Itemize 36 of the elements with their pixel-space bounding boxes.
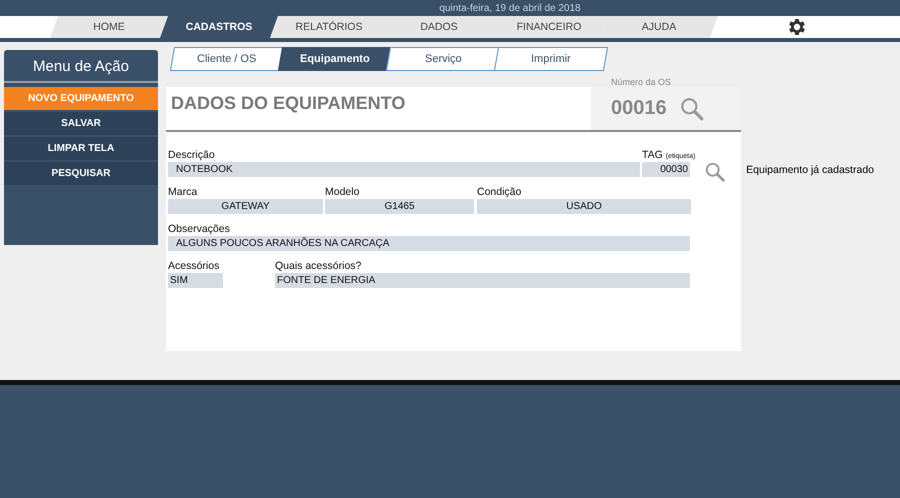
field-label: Quais acessórios? bbox=[275, 260, 362, 273]
nav-tab[interactable]: RELATÓRIOS bbox=[270, 16, 388, 38]
description-field[interactable]: NOTEBOOK bbox=[168, 162, 640, 177]
date-text: quinta-feira, 19 de abril de 2018 bbox=[439, 2, 581, 14]
status-message: Equipamento já cadastrado bbox=[746, 164, 874, 176]
menu-button[interactable]: LIMPAR TELA bbox=[4, 137, 158, 160]
menu-button[interactable]: PESQUISAR bbox=[4, 162, 158, 185]
nav-tab[interactable]: CADASTROS bbox=[160, 16, 278, 38]
notes-field[interactable]: ALGUNS POUCOS ARANHÕES NA CARCAÇA bbox=[168, 236, 690, 251]
nav-tab[interactable]: AJUDA bbox=[600, 16, 718, 38]
menu-title: Menu de Ação bbox=[4, 50, 158, 83]
section-tab[interactable]: Cliente / OS bbox=[170, 47, 284, 71]
search-icon[interactable] bbox=[704, 161, 726, 183]
section-tab[interactable]: Equipamento bbox=[278, 47, 392, 71]
nav-tab[interactable]: DADOS bbox=[380, 16, 498, 38]
tag-field[interactable]: 00030 bbox=[642, 162, 690, 177]
section-tab[interactable]: Serviço bbox=[386, 47, 500, 71]
accessories-field[interactable]: SIM bbox=[168, 273, 223, 288]
field-label: Marca bbox=[168, 186, 198, 199]
field-label: Modelo bbox=[325, 186, 360, 199]
accessories-list-field[interactable]: FONTE DE ENERGIA bbox=[275, 273, 690, 288]
field-label: Condição bbox=[477, 186, 522, 199]
condition-field[interactable]: USADO bbox=[477, 199, 691, 214]
model-field[interactable]: G1465 bbox=[325, 199, 474, 214]
nav-tab[interactable]: HOME bbox=[50, 16, 168, 38]
section-tab[interactable]: Imprimir bbox=[494, 47, 608, 71]
brand-field[interactable]: GATEWAY bbox=[168, 199, 323, 214]
field-label: Acessórios bbox=[168, 260, 220, 273]
os-number-label: Número da OS bbox=[611, 77, 672, 87]
nav-tab[interactable]: FINANCEIRO bbox=[490, 16, 608, 38]
form-title: DADOS DO EQUIPAMENTO bbox=[170, 92, 406, 115]
os-number: 00016 bbox=[611, 97, 667, 120]
search-icon[interactable] bbox=[678, 96, 705, 122]
field-label: Observações bbox=[168, 223, 230, 236]
field-label: Descrição bbox=[168, 149, 215, 162]
menu-button[interactable]: SALVAR bbox=[4, 112, 158, 135]
